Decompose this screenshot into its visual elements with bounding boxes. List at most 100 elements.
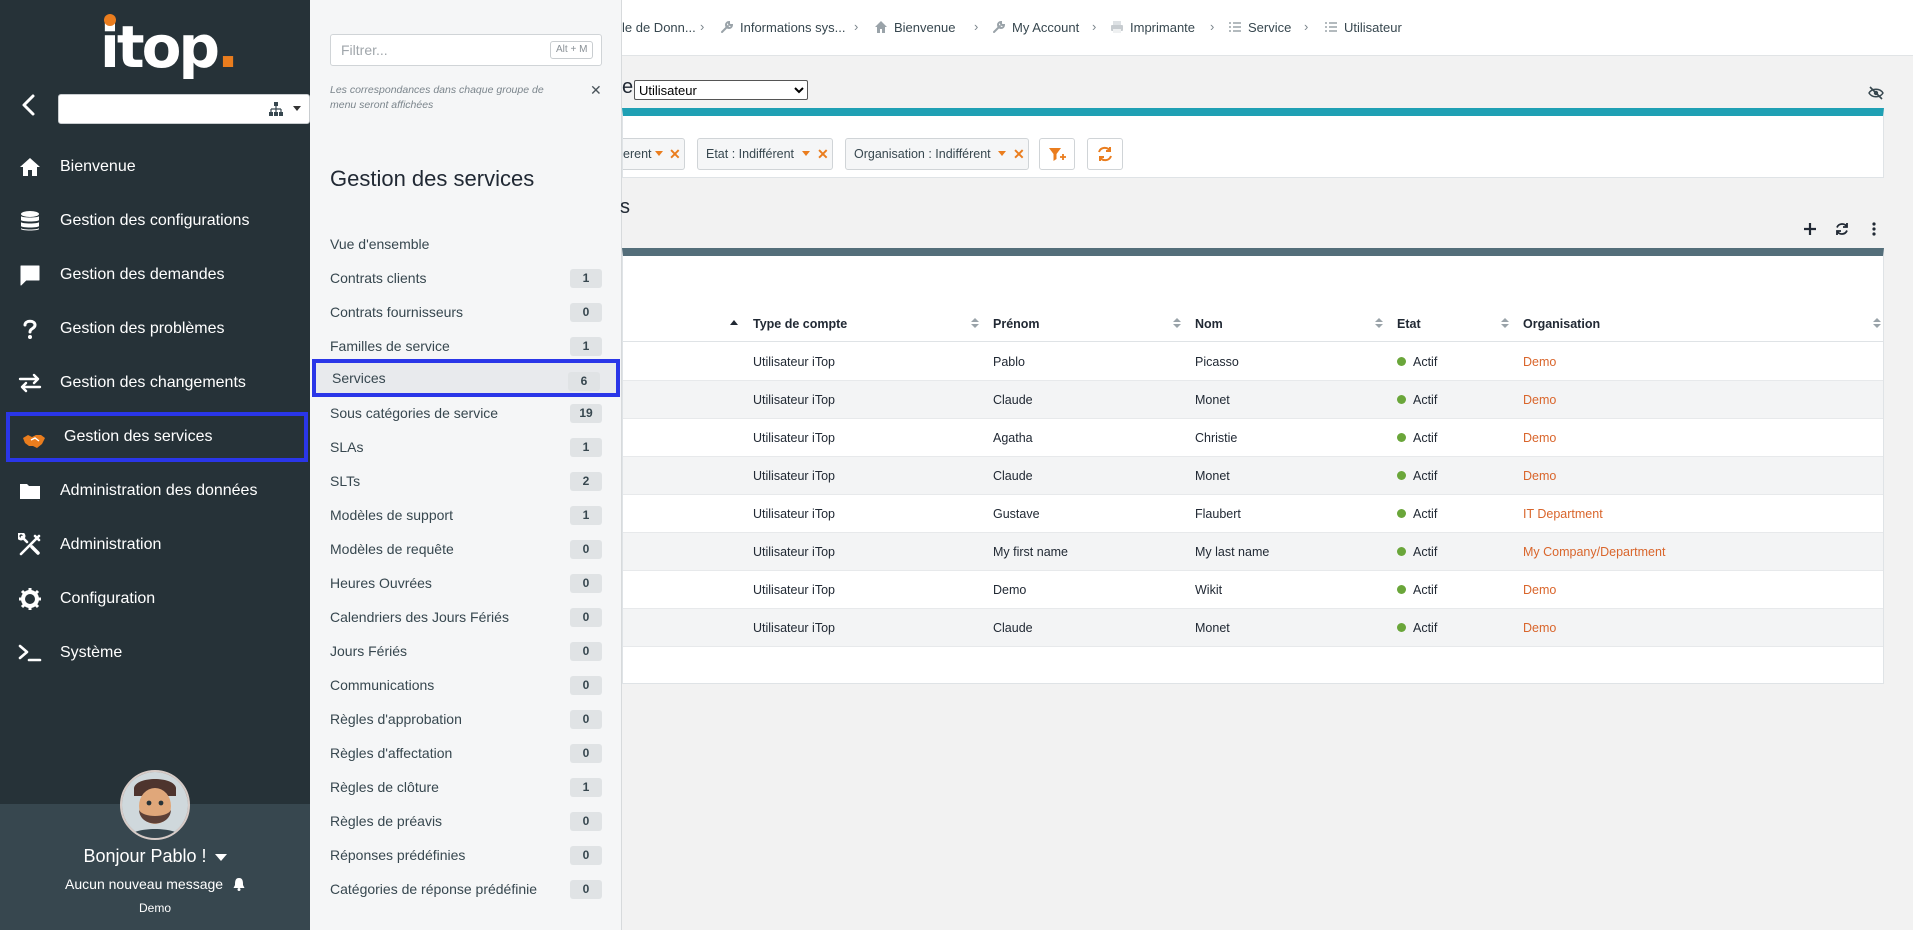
- criterion-chip-etat[interactable]: Etat : Indifférent ✕: [697, 138, 833, 170]
- menu-group-problemes[interactable]: Gestion des problèmes: [0, 304, 310, 354]
- table-row[interactable]: Utilisateur iTop Claude Monet Actif Demo: [623, 609, 1883, 647]
- class-select[interactable]: Utilisateur: [634, 80, 808, 100]
- criterion-chip-partial[interactable]: erent ✕: [623, 138, 685, 170]
- submenu-item-regles-approbation[interactable]: Règles d'approbation 0: [330, 704, 602, 734]
- submenu-item-familles-service[interactable]: Familles de service 1: [330, 331, 602, 361]
- chevron-down-icon: [655, 151, 663, 156]
- table-row[interactable]: Utilisateur iTop Demo Wikit Actif Demo: [623, 571, 1883, 609]
- itop-logo[interactable]: itop.: [100, 12, 239, 82]
- handshake-icon: [23, 435, 45, 448]
- organization-filter-select[interactable]: [58, 94, 310, 124]
- cell-status: Actif: [1397, 621, 1437, 635]
- table-row[interactable]: Utilisateur iTop My first name My last n…: [623, 533, 1883, 571]
- cell-organisation-link[interactable]: My Company/Department: [1523, 545, 1665, 559]
- eye-slash-icon[interactable]: [1868, 86, 1884, 100]
- user-avatar[interactable]: [120, 770, 190, 840]
- cell-organisation-link[interactable]: Demo: [1523, 393, 1556, 407]
- cell-organisation-link[interactable]: Demo: [1523, 469, 1556, 483]
- add-icon[interactable]: [1802, 221, 1818, 237]
- cell-organisation-link[interactable]: Demo: [1523, 583, 1556, 597]
- submenu-item-heures-ouvrees[interactable]: Heures Ouvrées 0: [330, 568, 602, 598]
- sort-icon[interactable]: [1501, 317, 1509, 329]
- table-row[interactable]: Utilisateur iTop Claude Monet Actif Demo: [623, 457, 1883, 495]
- submenu-item-regles-affectation[interactable]: Règles d'affectation 0: [330, 738, 602, 768]
- submenu-item-slts[interactable]: SLTs 2: [330, 466, 602, 496]
- cell-organisation-link[interactable]: Demo: [1523, 431, 1556, 445]
- close-icon[interactable]: ✕: [590, 82, 602, 99]
- menu-group-administration-donnees[interactable]: Administration des données: [0, 466, 310, 516]
- criterion-chip-organisation[interactable]: Organisation : Indifférent ✕: [845, 138, 1029, 170]
- submenu-item-regles-preavis[interactable]: Règles de préavis 0: [330, 806, 602, 836]
- cell-organisation-link[interactable]: Demo: [1523, 355, 1556, 369]
- tools-icon: [18, 533, 41, 556]
- table-row[interactable]: Utilisateur iTop Pablo Picasso Actif Dem…: [623, 343, 1883, 381]
- breadcrumb-item-utilisateur[interactable]: Utilisateur: [1324, 20, 1402, 35]
- status-active-dot: [1397, 433, 1406, 442]
- submenu-item-slas[interactable]: SLAs 1: [330, 432, 602, 462]
- menu-group-configuration[interactable]: Configuration: [0, 574, 310, 624]
- breadcrumb-item-informations-systeme[interactable]: Informations sys...: [720, 20, 845, 35]
- submenu-item-jours-feries[interactable]: Jours Fériés 0: [330, 636, 602, 666]
- submenu-item-services[interactable]: Services 6: [312, 359, 620, 397]
- chevron-down-icon: [293, 106, 301, 111]
- remove-criterion-icon[interactable]: ✕: [669, 139, 681, 169]
- printer-icon: [1111, 21, 1123, 33]
- submenu-item-regles-cloture[interactable]: Règles de clôture 1: [330, 772, 602, 802]
- table-row[interactable]: Utilisateur iTop Agatha Christie Actif D…: [623, 419, 1883, 457]
- submenu-item-contrats-clients[interactable]: Contrats clients 1: [330, 263, 602, 293]
- collapse-menu-icon[interactable]: [18, 92, 44, 118]
- submenu-item-categories-reponse[interactable]: Catégories de réponse prédéfinie 0: [330, 874, 602, 904]
- column-header-nom[interactable]: Nom: [1195, 317, 1223, 331]
- sort-icon[interactable]: [971, 317, 979, 329]
- status-label: Actif: [1413, 621, 1438, 635]
- logo-dot: [104, 14, 116, 26]
- user-greeting-menu[interactable]: Bonjour Pablo !: [0, 846, 310, 867]
- cell-organisation-link[interactable]: Demo: [1523, 621, 1556, 635]
- submenu-item-sous-categories[interactable]: Sous catégories de service 19: [330, 398, 602, 428]
- column-header-organisation[interactable]: Organisation: [1523, 317, 1600, 331]
- notifications[interactable]: Aucun nouveau message: [0, 876, 310, 892]
- column-header-prenom[interactable]: Prénom: [993, 317, 1040, 331]
- menu-group-label: Configuration: [60, 590, 156, 607]
- add-criterion-button[interactable]: [1039, 138, 1075, 170]
- sort-icon[interactable]: [1375, 317, 1383, 329]
- submenu-item-label: Catégories de réponse prédéfinie: [330, 881, 538, 897]
- remove-criterion-icon[interactable]: ✕: [817, 139, 829, 169]
- menu-group-label: Gestion des demandes: [60, 266, 225, 283]
- search-title: e: [622, 76, 634, 98]
- menu-group-administration[interactable]: Administration: [0, 520, 310, 570]
- menu-group-bienvenue[interactable]: Bienvenue: [0, 142, 310, 192]
- refresh-icon[interactable]: [1834, 221, 1850, 237]
- submenu-item-contrats-fournisseurs[interactable]: Contrats fournisseurs 0: [330, 297, 602, 327]
- breadcrumb-item-my-account[interactable]: My Account: [992, 20, 1079, 35]
- menu-group-demandes[interactable]: Gestion des demandes: [0, 250, 310, 300]
- submenu-item-modeles-support[interactable]: Modèles de support 1: [330, 500, 602, 530]
- refresh-search-button[interactable]: [1087, 138, 1123, 170]
- submenu-item-vue-ensemble[interactable]: Vue d'ensemble: [330, 229, 602, 259]
- table-row[interactable]: Utilisateur iTop Claude Monet Actif Demo: [623, 381, 1883, 419]
- sort-icon[interactable]: [1873, 317, 1881, 329]
- table-row[interactable]: Utilisateur iTop Gustave Flaubert Actif …: [623, 495, 1883, 533]
- menu-group-systeme[interactable]: Système: [0, 628, 310, 678]
- remove-criterion-icon[interactable]: ✕: [1013, 139, 1025, 169]
- sort-asc-icon[interactable]: [730, 317, 738, 329]
- submenu-item-communications[interactable]: Communications 0: [330, 670, 602, 700]
- home-icon: [20, 158, 40, 176]
- breadcrumb-item-service[interactable]: Service: [1228, 20, 1291, 35]
- breadcrumb-item-modele-donnees[interactable]: le de Donn...: [622, 20, 696, 35]
- menu-group-services[interactable]: Gestion des services: [6, 412, 308, 462]
- submenu-item-modeles-requete[interactable]: Modèles de requête 0: [330, 534, 602, 564]
- sort-icon[interactable]: [1173, 317, 1181, 329]
- menu-group-changements[interactable]: Gestion des changements: [0, 358, 310, 408]
- column-header-type[interactable]: Type de compte: [753, 317, 847, 331]
- exchange-icon: [18, 373, 42, 393]
- cell-organisation-link[interactable]: IT Department: [1523, 507, 1603, 521]
- submenu-item-reponses-predefinies[interactable]: Réponses prédéfinies 0: [330, 840, 602, 870]
- more-options-icon[interactable]: [1866, 221, 1882, 237]
- column-header-etat[interactable]: Etat: [1397, 317, 1421, 331]
- menu-group-configurations[interactable]: Gestion des configurations: [0, 196, 310, 246]
- submenu-item-calendriers[interactable]: Calendriers des Jours Fériés 0: [330, 602, 602, 632]
- menu-group-label: Administration: [60, 536, 162, 553]
- breadcrumb-item-imprimante[interactable]: Imprimante: [1110, 20, 1195, 35]
- breadcrumb-item-bienvenue[interactable]: Bienvenue: [874, 20, 955, 35]
